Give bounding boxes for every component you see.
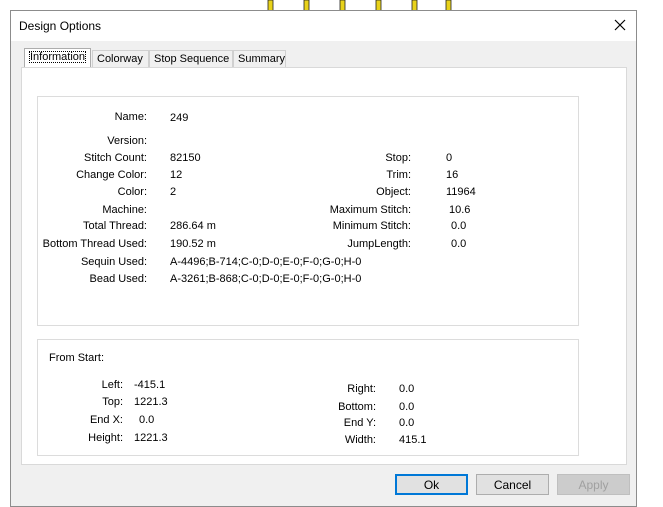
- stitch-count-value: 82150: [170, 152, 201, 164]
- object-label: Object:: [376, 186, 411, 198]
- name-value: 249: [170, 112, 189, 124]
- tab-colorway[interactable]: Colorway: [92, 50, 149, 68]
- end-y-label: End Y:: [343, 417, 376, 429]
- apply-button-label: Apply: [578, 477, 609, 492]
- stitch-count-label: Stitch Count:: [84, 152, 147, 164]
- height-value: 1221.3: [134, 432, 168, 444]
- sequin-used-label: Sequin Used:: [80, 256, 147, 268]
- tab-stop-sequence-label: Stop Sequence: [154, 53, 230, 65]
- object-value: 11964: [446, 186, 476, 198]
- color-label: Color:: [117, 186, 147, 198]
- jump-length-value: 0.0: [451, 238, 467, 250]
- information-tab-page: Name: 249 Version: Stitch Count: 82150 C…: [21, 67, 627, 465]
- end-y-value: 0.0: [399, 417, 415, 429]
- end-x-label: End X:: [89, 414, 123, 426]
- information-group: Name: 249 Version: Stitch Count: 82150 C…: [37, 96, 579, 326]
- close-icon: [614, 19, 626, 31]
- bottom-thread-value: 190.52 m: [170, 238, 216, 250]
- tab-colorway-label: Colorway: [97, 53, 143, 65]
- trim-value: 16: [446, 169, 459, 181]
- total-thread-value: 286.64 m: [170, 220, 216, 232]
- change-color-value: 12: [170, 169, 183, 181]
- total-thread-label: Total Thread:: [82, 220, 147, 232]
- trim-label: Trim:: [386, 169, 411, 181]
- maximum-stitch-value: 10.6: [449, 204, 471, 216]
- cancel-button[interactable]: Cancel: [476, 474, 549, 495]
- ok-button-label: Ok: [423, 477, 440, 492]
- tab-summary[interactable]: Summary: [233, 50, 286, 68]
- bottom-thread-label: Bottom Thread Used:: [42, 238, 147, 250]
- jump-length-label: JumpLength:: [347, 238, 411, 250]
- top-label: Top:: [102, 396, 123, 408]
- bead-used-value: A-3261;B-868;C-0;D-0;E-0;F-0;G-0;H-0: [170, 273, 362, 285]
- tab-summary-label: Summary: [238, 53, 286, 65]
- stop-value: 0: [446, 152, 453, 164]
- apply-button[interactable]: Apply: [557, 474, 630, 495]
- left-value: -415.1: [134, 379, 166, 391]
- tab-stop-sequence[interactable]: Stop Sequence: [149, 50, 233, 68]
- sequin-used-value: A-4496;B-714;C-0;D-0;E-0;F-0;G-0;H-0: [170, 256, 362, 268]
- tab-information[interactable]: Information: [24, 48, 91, 68]
- top-value: 1221.3: [134, 396, 168, 408]
- from-start-title: From Start:: [49, 352, 105, 364]
- close-button[interactable]: [606, 12, 634, 38]
- change-color-label: Change Color:: [76, 169, 147, 181]
- tab-information-label: Information: [29, 51, 87, 63]
- color-value: 2: [170, 186, 177, 198]
- bead-used-label: Bead Used:: [89, 273, 147, 285]
- from-start-group: From Start: Left: -415.1 Top: 1221.3 End…: [37, 339, 579, 456]
- bottom-value: 0.0: [399, 401, 415, 413]
- height-label: Height:: [88, 432, 123, 444]
- minimum-stitch-label: Minimum Stitch:: [332, 220, 411, 232]
- name-label: Name:: [114, 111, 147, 123]
- dialog-title: Design Options: [19, 19, 102, 33]
- maximum-stitch-label: Maximum Stitch:: [329, 204, 411, 216]
- machine-label: Machine:: [102, 204, 147, 216]
- end-x-value: 0.0: [139, 414, 155, 426]
- version-label: Version:: [107, 135, 147, 147]
- cancel-button-label: Cancel: [493, 477, 532, 492]
- stop-label: Stop:: [385, 152, 411, 164]
- left-label: Left:: [101, 379, 123, 391]
- width-label: Width:: [344, 434, 376, 446]
- design-options-dialog: Design Options Information Colorway Stop…: [10, 10, 637, 507]
- right-value: 0.0: [399, 383, 415, 395]
- bottom-label: Bottom:: [338, 401, 376, 413]
- minimum-stitch-value: 0.0: [451, 220, 467, 232]
- ok-button[interactable]: Ok: [395, 474, 468, 495]
- width-value: 415.1: [399, 434, 427, 446]
- title-bar[interactable]: Design Options: [11, 11, 636, 41]
- right-label: Right:: [347, 383, 376, 395]
